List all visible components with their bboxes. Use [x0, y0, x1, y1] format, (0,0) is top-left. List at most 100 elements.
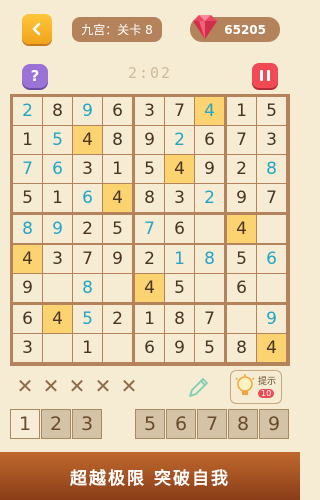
sudoku-cell[interactable]: 5	[13, 184, 42, 213]
sudoku-cell[interactable]: 2	[135, 244, 164, 273]
digit-button-7[interactable]: 7	[197, 409, 227, 439]
sudoku-cell[interactable]: 9	[195, 155, 224, 184]
pause-button[interactable]	[252, 63, 278, 88]
sudoku-cell[interactable]: 6	[165, 215, 194, 244]
sudoku-cell[interactable]: 9	[227, 184, 256, 213]
sudoku-cell[interactable]: 3	[13, 333, 42, 362]
sudoku-cell[interactable]: 8	[135, 184, 164, 213]
sudoku-cell[interactable]: 4	[195, 96, 224, 125]
pause-icon	[267, 70, 270, 81]
cross-icon: ✕	[42, 374, 60, 398]
sudoku-cell[interactable]	[257, 273, 286, 302]
sudoku-cell[interactable]: 5	[165, 273, 194, 302]
sudoku-cell[interactable]: 9	[135, 126, 164, 155]
sudoku-cell[interactable]: 6	[73, 184, 102, 213]
sudoku-cell[interactable]: 5	[257, 96, 286, 125]
sudoku-cell[interactable]: 6	[103, 96, 132, 125]
digit-button-5[interactable]: 5	[135, 409, 165, 439]
sudoku-cell[interactable]: 3	[257, 126, 286, 155]
pause-icon	[260, 70, 263, 81]
help-button[interactable]: ?	[22, 64, 48, 88]
sudoku-cell[interactable]: 4	[135, 273, 164, 302]
sudoku-cell[interactable]	[195, 273, 224, 302]
sudoku-cell[interactable]: 8	[257, 155, 286, 184]
level-indicator: 九宫：关卡 8	[72, 17, 162, 42]
sudoku-cell[interactable]: 1	[135, 304, 164, 333]
sudoku-cell[interactable]: 1	[73, 333, 102, 362]
sudoku-cell[interactable]: 4	[257, 333, 286, 362]
sudoku-cell[interactable]: 4	[13, 244, 42, 273]
digit-button-6[interactable]: 6	[166, 409, 196, 439]
hint-label: 提示	[258, 377, 277, 387]
digit-button-9[interactable]: 9	[259, 409, 289, 439]
sudoku-cell[interactable]: 9	[43, 215, 72, 244]
sudoku-cell[interactable]	[103, 333, 132, 362]
sudoku-cell[interactable]: 3	[135, 96, 164, 125]
sudoku-cell[interactable]: 1	[103, 155, 132, 184]
sudoku-cell[interactable]: 8	[13, 215, 42, 244]
sudoku-cell[interactable]: 6	[195, 126, 224, 155]
sudoku-cell[interactable]	[43, 273, 72, 302]
sudoku-cell[interactable]: 5	[43, 126, 72, 155]
sudoku-cell[interactable]: 5	[195, 333, 224, 362]
sudoku-cell[interactable]: 7	[165, 96, 194, 125]
sudoku-cell[interactable]: 6	[13, 304, 42, 333]
sudoku-cell[interactable]: 1	[165, 244, 194, 273]
pencil-icon[interactable]	[186, 376, 210, 400]
sudoku-cell[interactable]: 2	[73, 215, 102, 244]
sudoku-cell[interactable]: 9	[13, 273, 42, 302]
sudoku-cell[interactable]	[43, 333, 72, 362]
sudoku-cell[interactable]: 2	[103, 304, 132, 333]
sudoku-cell[interactable]: 1	[43, 184, 72, 213]
sudoku-cell[interactable]: 4	[103, 184, 132, 213]
sudoku-cell[interactable]: 2	[227, 155, 256, 184]
cross-icon: ✕	[94, 374, 112, 398]
sudoku-cell[interactable]: 3	[73, 155, 102, 184]
sudoku-cell[interactable]: 4	[227, 215, 256, 244]
sudoku-cell[interactable]: 8	[165, 304, 194, 333]
sudoku-cell[interactable]: 6	[43, 155, 72, 184]
sudoku-cell[interactable]: 7	[13, 155, 42, 184]
sudoku-cell[interactable]: 8	[43, 96, 72, 125]
sudoku-cell[interactable]: 7	[73, 244, 102, 273]
sudoku-cell[interactable]: 3	[165, 184, 194, 213]
sudoku-cell[interactable]: 8	[103, 126, 132, 155]
sudoku-cell[interactable]	[227, 304, 256, 333]
sudoku-cell[interactable]: 7	[257, 184, 286, 213]
sudoku-cell[interactable]: 8	[195, 244, 224, 273]
sudoku-cell[interactable]: 8	[73, 273, 102, 302]
back-button[interactable]	[22, 14, 52, 44]
sudoku-cell[interactable]: 3	[43, 244, 72, 273]
sudoku-cell[interactable]: 9	[257, 304, 286, 333]
sudoku-cell[interactable]: 5	[73, 304, 102, 333]
sudoku-cell[interactable]: 7	[195, 304, 224, 333]
sudoku-cell[interactable]: 1	[227, 96, 256, 125]
digit-button-1[interactable]: 1	[10, 409, 40, 439]
sudoku-cell[interactable]: 2	[195, 184, 224, 213]
sudoku-cell[interactable]: 5	[227, 244, 256, 273]
sudoku-cell[interactable]: 9	[165, 333, 194, 362]
lightbulb-icon	[235, 374, 255, 395]
sudoku-cell[interactable]: 6	[257, 244, 286, 273]
sudoku-cell[interactable]: 6	[227, 273, 256, 302]
sudoku-cell[interactable]: 9	[73, 96, 102, 125]
sudoku-cell[interactable]: 4	[43, 304, 72, 333]
sudoku-cell[interactable]: 5	[135, 155, 164, 184]
sudoku-cell[interactable]: 1	[13, 126, 42, 155]
sudoku-cell[interactable]: 8	[227, 333, 256, 362]
sudoku-cell[interactable]	[257, 215, 286, 244]
digit-button-2[interactable]: 2	[41, 409, 71, 439]
sudoku-cell[interactable]: 6	[135, 333, 164, 362]
sudoku-cell[interactable]	[103, 273, 132, 302]
digit-button-3[interactable]: 3	[72, 409, 102, 439]
sudoku-cell[interactable]: 2	[165, 126, 194, 155]
sudoku-cell[interactable]: 7	[227, 126, 256, 155]
sudoku-cell[interactable]: 7	[135, 215, 164, 244]
digit-button-8[interactable]: 8	[228, 409, 258, 439]
sudoku-cell[interactable]: 9	[103, 244, 132, 273]
sudoku-cell[interactable]: 4	[165, 155, 194, 184]
sudoku-cell[interactable]	[195, 215, 224, 244]
sudoku-cell[interactable]: 5	[103, 215, 132, 244]
sudoku-cell[interactable]: 4	[73, 126, 102, 155]
sudoku-cell[interactable]: 2	[13, 96, 42, 125]
